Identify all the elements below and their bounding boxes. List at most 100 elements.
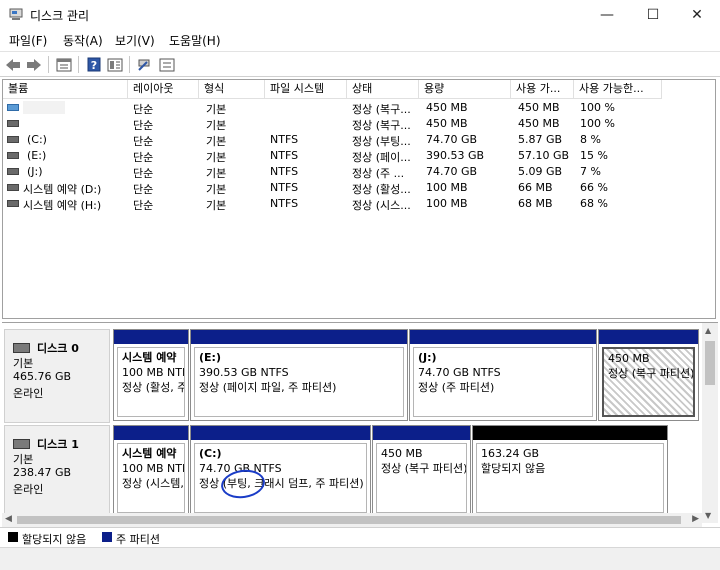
scroll-right-icon[interactable]: ▶ xyxy=(692,514,699,524)
layout-cell: 단순 xyxy=(133,167,154,180)
layout-cell: 단순 xyxy=(133,151,154,164)
partition-size: 390.53 GB NTFS xyxy=(199,366,289,379)
volume-icon xyxy=(7,152,19,159)
layout-cell: 단순 xyxy=(133,183,154,196)
table-row[interactable]: 단순 기본 정상 (복구... 450 MB 450 MB 100 % xyxy=(3,116,715,132)
percent-free-cell: 66 % xyxy=(580,181,608,194)
volume-icon xyxy=(7,104,19,111)
scroll-left-icon[interactable]: ◀ xyxy=(5,514,12,524)
status-cell: 정상 (활성... xyxy=(352,183,411,196)
primary-partition-bar xyxy=(114,426,188,440)
scroll-up-icon[interactable]: ▲ xyxy=(705,326,711,335)
type-cell: 기본 xyxy=(206,199,227,212)
capacity-cell: 100 MB xyxy=(426,197,468,210)
forward-arrow-icon[interactable] xyxy=(25,56,43,73)
disk-0-label[interactable]: 디스크 0 기본 465.76 GB 온라인 xyxy=(4,329,110,423)
disk-name: 디스크 1 xyxy=(37,438,79,451)
partition-recovery[interactable]: 450 MB 정상 (복구 파티션) xyxy=(598,329,699,421)
partition-c[interactable]: (C:) 74.70 GB NTFS 정상 (부팅, 크래시 덤프, 주 파티션… xyxy=(190,425,371,517)
close-button[interactable]: ✕ xyxy=(674,0,720,30)
hard-disk-icon xyxy=(13,343,30,353)
partition-status: 할당되지 않음 xyxy=(481,462,546,475)
volume-icon xyxy=(7,136,19,143)
capacity-cell: 450 MB xyxy=(426,117,468,130)
partition-e[interactable]: (E:) 390.53 GB NTFS 정상 (페이지 파일, 주 파티션) xyxy=(190,329,408,421)
column-header-capacity[interactable]: 용량 xyxy=(419,80,511,99)
horizontal-scrollbar[interactable]: ◀ ▶ xyxy=(2,513,702,527)
column-header-layout[interactable]: 레이아웃 xyxy=(128,80,199,99)
primary-partition-bar xyxy=(410,330,596,344)
partition-system-reserved[interactable]: 시스템 예약 100 MB NTFS 정상 (활성, 주 파티션) xyxy=(113,329,189,421)
maximize-button[interactable]: ☐ xyxy=(630,0,676,30)
free-space-cell: 450 MB xyxy=(518,101,560,114)
back-arrow-icon[interactable] xyxy=(4,56,22,73)
percent-free-cell: 15 % xyxy=(580,149,608,162)
layout-cell: 단순 xyxy=(133,103,154,116)
capacity-cell: 450 MB xyxy=(426,101,468,114)
legend-swatch-primary xyxy=(102,532,112,542)
partition-j[interactable]: (J:) 74.70 GB NTFS 정상 (주 파티션) xyxy=(409,329,597,421)
scroll-thumb[interactable] xyxy=(17,516,681,524)
filesystem-cell: NTFS xyxy=(270,181,299,194)
partition-info: 450 MB 정상 (복구 파티션) xyxy=(376,443,467,513)
disk-state: 온라인 xyxy=(13,387,44,400)
list-icon[interactable] xyxy=(158,56,176,73)
unallocated-space[interactable]: 163.24 GB 할당되지 않음 xyxy=(472,425,668,517)
table-row[interactable]: 시스템 예약 (D:) 단순 기본 NTFS 정상 (활성... 100 MB … xyxy=(3,180,715,196)
help-icon[interactable]: ? xyxy=(85,56,103,73)
disk-1-label[interactable]: 디스크 1 기본 238.47 GB 온라인 xyxy=(4,425,110,519)
toolbar-separator xyxy=(48,56,49,73)
column-header-type[interactable]: 형식 xyxy=(199,80,265,99)
table-row[interactable]: (C:) 단순 기본 NTFS 정상 (부팅... 74.70 GB 5.87 … xyxy=(3,132,715,148)
legend-swatch-unallocated xyxy=(8,532,18,542)
partition-system-reserved[interactable]: 시스템 예약 100 MB NTFS 정상 (시스템, 활성, 주 파티션) xyxy=(113,425,189,517)
table-row[interactable]: (E:) 단순 기본 NTFS 정상 (페이... 390.53 GB 57.1… xyxy=(3,148,715,164)
partition-status: 정상 (복구 파티션) xyxy=(608,367,695,380)
column-header-volume[interactable]: 볼륨 xyxy=(3,80,128,99)
free-space-cell: 5.87 GB xyxy=(518,133,563,146)
column-header-filesystem[interactable]: 파일 시스템 xyxy=(265,80,347,99)
menu-action[interactable]: 동작(A) xyxy=(63,32,103,49)
column-header-status[interactable]: 상태 xyxy=(347,80,419,99)
minimize-button[interactable]: — xyxy=(584,0,630,30)
vertical-scrollbar[interactable]: ▲ ▼ xyxy=(702,323,718,523)
toolbar-separator xyxy=(129,56,130,73)
partition-status: 정상 (부팅, 크래시 덤프, 주 파티션) xyxy=(199,477,364,490)
percent-free-cell: 100 % xyxy=(580,101,615,114)
table-row[interactable]: 단순 기본 정상 (복구... 450 MB 450 MB 100 % xyxy=(3,100,715,116)
column-header-percent-free[interactable]: 사용 가능한... xyxy=(574,80,662,99)
view-icon[interactable] xyxy=(106,56,124,73)
partition-recovery[interactable]: 450 MB 정상 (복구 파티션) xyxy=(372,425,471,517)
disk-type: 기본 xyxy=(13,453,34,466)
legend: 할당되지 않음 주 파티션 xyxy=(0,527,720,546)
volume-icon xyxy=(7,184,19,191)
connect-icon[interactable] xyxy=(136,56,154,73)
column-header-free-space[interactable]: 사용 가... xyxy=(511,80,574,99)
percent-free-cell: 8 % xyxy=(580,133,601,146)
partition-info: (E:) 390.53 GB NTFS 정상 (페이지 파일, 주 파티션) xyxy=(194,347,404,417)
table-row[interactable]: (J:) 단순 기본 NTFS 정상 (주 ... 74.70 GB 5.09 … xyxy=(3,164,715,180)
free-space-cell: 66 MB xyxy=(518,181,553,194)
filesystem-cell: NTFS xyxy=(270,133,299,146)
scroll-down-icon[interactable]: ▼ xyxy=(705,511,711,520)
partition-size: 74.70 GB NTFS xyxy=(199,462,282,475)
menu-view[interactable]: 보기(V) xyxy=(115,32,155,49)
scroll-thumb[interactable] xyxy=(705,341,715,385)
unallocated-bar xyxy=(473,426,667,440)
disk-management-icon xyxy=(9,8,23,20)
table-row[interactable]: 시스템 예약 (H:) 단순 기본 NTFS 정상 (시스... 100 MB … xyxy=(3,196,715,212)
volume-name-cell xyxy=(23,101,65,114)
layout-cell: 단순 xyxy=(133,135,154,148)
status-bar xyxy=(0,547,720,570)
window-title: 디스크 관리 xyxy=(30,9,90,23)
primary-partition-bar xyxy=(373,426,470,440)
menu-help[interactable]: 도움말(H) xyxy=(169,32,221,49)
title-bar: 디스크 관리 — ☐ ✕ xyxy=(0,0,720,30)
free-space-cell: 5.09 GB xyxy=(518,165,563,178)
properties-icon[interactable] xyxy=(55,56,73,73)
volume-list: 볼륨 레이아웃 형식 파일 시스템 상태 용량 사용 가... 사용 가능한..… xyxy=(2,79,716,319)
disk-state: 온라인 xyxy=(13,483,44,496)
type-cell: 기본 xyxy=(206,135,227,148)
menu-file[interactable]: 파일(F) xyxy=(9,32,47,49)
status-cell: 정상 (부팅... xyxy=(352,135,411,148)
